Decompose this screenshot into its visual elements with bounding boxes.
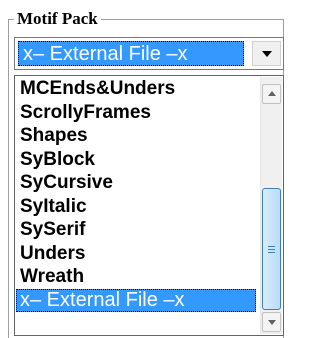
motif-pack-dropdown-list[interactable]: MCEnds&Unders ScrollyFrames Shapes SyBlock S… (14, 75, 284, 336)
combo-selected-value-field[interactable]: x– External File –x (18, 41, 244, 66)
scrollbar-thumb[interactable] (262, 187, 281, 310)
vertical-scrollbar[interactable] (260, 77, 282, 334)
scroll-down-arrow-icon (268, 320, 276, 325)
list-item[interactable]: SySerif (16, 218, 256, 242)
combo-dropdown-button[interactable] (252, 41, 281, 66)
group-title: Motif Pack (14, 10, 101, 28)
list-item[interactable]: SyBlock (16, 148, 256, 172)
motif-pack-combobox[interactable]: x– External File –x (14, 37, 284, 70)
scroll-up-arrow-icon (268, 91, 276, 96)
combo-selected-value: x– External File –x (23, 43, 188, 65)
list-item-selected[interactable]: x– External File –x (16, 288, 256, 312)
scroll-down-button[interactable] (262, 312, 281, 332)
list-item[interactable]: Unders (16, 242, 256, 266)
list-item[interactable]: MCEnds&Unders (16, 77, 256, 101)
scroll-up-button[interactable] (262, 84, 281, 104)
dropdown-options: MCEnds&Unders ScrollyFrames Shapes SyBlock S… (16, 77, 256, 312)
scrollbar-grip-line (268, 245, 275, 247)
list-item[interactable]: ScrollyFrames (16, 101, 256, 125)
chevron-down-icon (262, 51, 272, 57)
list-item[interactable]: Wreath (16, 265, 256, 289)
list-item[interactable]: SyItalic (16, 195, 256, 219)
scrollbar-grip-line (268, 251, 275, 253)
list-item[interactable]: Shapes (16, 124, 256, 148)
scrollbar-grip-line (268, 248, 275, 250)
list-item[interactable]: SyCursive (16, 171, 256, 195)
